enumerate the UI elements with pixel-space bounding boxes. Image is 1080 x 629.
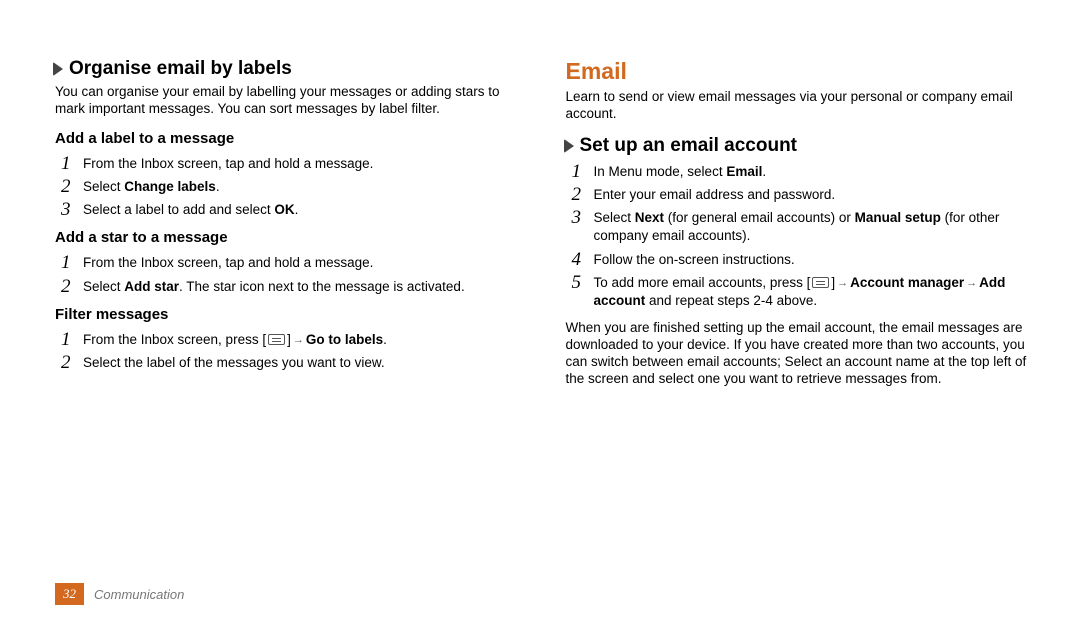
step-number: 3 [572, 207, 594, 227]
subheading-add-label: Add a label to a message [55, 130, 518, 147]
right-column: Email Learn to send or view email messag… [566, 58, 1029, 400]
step: 4 Follow the on-screen instructions. [572, 249, 1029, 269]
step-text: From the Inbox screen, tap and hold a me… [83, 252, 373, 272]
step-text: Select Next (for general email accounts)… [594, 207, 1029, 245]
heading-setup-account: Set up an email account [566, 135, 1029, 157]
step-number: 1 [572, 161, 594, 181]
step-text: Select Add star. The star icon next to t… [83, 276, 465, 296]
step-text: Select a label to add and select OK. [83, 199, 298, 219]
step-number: 2 [61, 276, 83, 296]
page-number: 32 [55, 583, 84, 605]
left-column: Organise email by labels You can organis… [55, 58, 518, 400]
step-number: 2 [572, 184, 594, 204]
intro-text: Learn to send or view email messages via… [566, 89, 1029, 123]
step: 3 Select a label to add and select OK. [61, 199, 518, 219]
step-number: 2 [61, 176, 83, 196]
arrow-icon: → [837, 277, 848, 289]
step-text: Enter your email address and password. [594, 184, 836, 204]
step-number: 1 [61, 252, 83, 272]
step-text: Follow the on-screen instructions. [594, 249, 795, 269]
heading-text: Organise email by labels [69, 58, 292, 80]
step: 2 Select Add star. The star icon next to… [61, 276, 518, 296]
menu-icon [812, 277, 829, 288]
page-footer: 32 Communication [55, 583, 184, 605]
step-number: 5 [572, 272, 594, 292]
arrow-icon: → [293, 334, 304, 346]
arrow-icon: → [966, 277, 977, 289]
step-text: From the Inbox screen, tap and hold a me… [83, 153, 373, 173]
heading-organise-email: Organise email by labels [55, 58, 518, 80]
heading-text: Set up an email account [580, 135, 798, 157]
step-number: 1 [61, 153, 83, 173]
step-number: 3 [61, 199, 83, 219]
step: 2 Select the label of the messages you w… [61, 352, 518, 372]
step: 3 Select Next (for general email account… [572, 207, 1029, 245]
step: 2 Select Change labels. [61, 176, 518, 196]
footer-section: Communication [94, 587, 184, 602]
step-text: From the Inbox screen, press []→Go to la… [83, 329, 387, 349]
step: 1 In Menu mode, select Email. [572, 161, 1029, 181]
chevron-icon [564, 139, 574, 153]
step-text: Select the label of the messages you wan… [83, 352, 385, 372]
step: 2 Enter your email address and password. [572, 184, 1029, 204]
menu-icon [268, 334, 285, 345]
step: 5 To add more email accounts, press []→A… [572, 272, 1029, 310]
step: 1 From the Inbox screen, tap and hold a … [61, 252, 518, 272]
chevron-icon [53, 62, 63, 76]
after-setup-text: When you are finished setting up the ema… [566, 320, 1029, 388]
subheading-filter: Filter messages [55, 306, 518, 323]
step: 1 From the Inbox screen, tap and hold a … [61, 153, 518, 173]
step-text: In Menu mode, select Email. [594, 161, 767, 181]
subheading-add-star: Add a star to a message [55, 229, 518, 246]
step-text: Select Change labels. [83, 176, 220, 196]
step-number: 2 [61, 352, 83, 372]
step-number: 1 [61, 329, 83, 349]
step: 1 From the Inbox screen, press []→Go to … [61, 329, 518, 349]
step-text: To add more email accounts, press []→Acc… [594, 272, 1029, 310]
intro-text: You can organise your email by labelling… [55, 84, 518, 118]
step-number: 4 [572, 249, 594, 269]
heading-email: Email [566, 58, 1029, 85]
